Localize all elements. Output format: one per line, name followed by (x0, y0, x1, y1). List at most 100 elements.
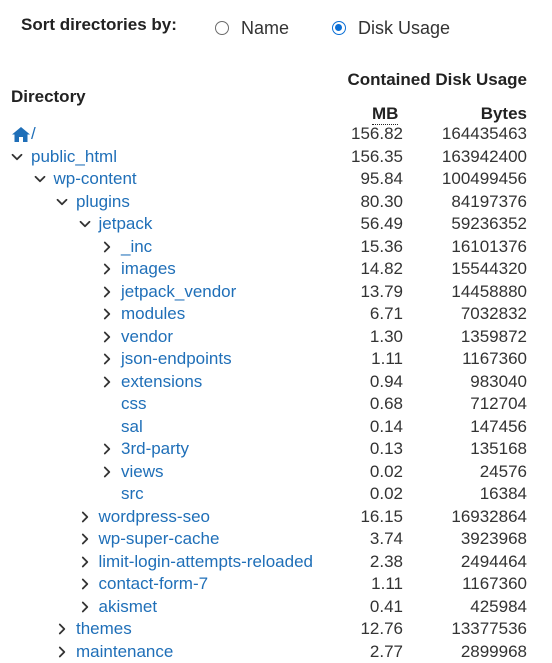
directory-row: json-endpoints 1.11 1167360 (0, 348, 552, 371)
directory-link[interactable]: public_html (31, 146, 117, 169)
sort-by-disk-usage-option[interactable]: Disk Usage (332, 17, 450, 39)
chevron-down-icon[interactable] (56, 191, 68, 214)
chevron-right-icon[interactable] (79, 551, 91, 574)
chevron-down-icon[interactable] (34, 168, 46, 191)
bytes-value: 163942400 (442, 146, 527, 169)
sort-by-name-radio[interactable] (215, 21, 229, 35)
chevron-right-icon[interactable] (101, 236, 113, 259)
directory-row: plugins 80.30 84197376 (0, 191, 552, 214)
chevron-right-icon[interactable] (79, 573, 91, 596)
directory-row: images14.8215544320 (0, 258, 552, 281)
directory-row: sal 0.14 147456 (0, 416, 552, 439)
directory-link[interactable]: sal (121, 416, 143, 439)
bytes-value: 983040 (470, 371, 527, 394)
chevron-right-icon[interactable] (101, 326, 113, 349)
directory-link[interactable]: maintenance (76, 641, 173, 663)
directory-row: akismet0.41425984 (0, 596, 552, 619)
directory-row: maintenance2.772899968 (0, 641, 552, 663)
chevron-right-icon[interactable] (101, 438, 113, 461)
directory-link[interactable]: themes (76, 618, 132, 641)
directory-link[interactable]: extensions (121, 371, 202, 394)
directory-link[interactable]: akismet (99, 596, 158, 619)
mb-value: 1.11 (371, 573, 403, 596)
mb-value: 56.49 (360, 213, 403, 236)
directory-row: _inc15.3616101376 (0, 236, 552, 259)
bytes-value: 59236352 (451, 213, 527, 236)
directory-link[interactable]: views (121, 461, 164, 484)
directory-link[interactable]: src (121, 483, 144, 506)
bytes-value: 147456 (470, 416, 527, 439)
directory-link[interactable]: css (121, 393, 147, 416)
bytes-value: 135168 (470, 438, 527, 461)
directory-link[interactable]: wp-content (54, 168, 137, 191)
directory-row: 3rd-party 0.13 135168 (0, 438, 552, 461)
bytes-value: 13377536 (451, 618, 527, 641)
directory-link[interactable]: jetpack_vendor (121, 281, 236, 304)
bytes-value: 1167360 (462, 573, 527, 596)
chevron-right-icon[interactable] (79, 528, 91, 551)
chevron-right-icon[interactable] (101, 371, 113, 394)
directory-row: jetpack_vendor 13.79 14458880 (0, 281, 552, 304)
bytes-value: 2899968 (461, 641, 527, 663)
sort-by-disk-usage-radio[interactable] (332, 21, 346, 35)
mb-value: 0.14 (370, 416, 403, 439)
directory-link[interactable]: limit-login-attempts-reloaded (99, 551, 313, 574)
directory-link[interactable]: vendor (121, 326, 173, 349)
mb-value: 15.36 (360, 236, 403, 259)
directory-link[interactable]: 3rd-party (121, 438, 189, 461)
directory-row: contact-form-7 1.11 1167360 (0, 573, 552, 596)
directory-link[interactable]: json-endpoints (121, 348, 232, 371)
directory-link[interactable]: _inc (121, 236, 152, 259)
chevron-right-icon[interactable] (101, 348, 113, 371)
mb-value: 1.11 (371, 348, 403, 371)
chevron-right-icon[interactable] (56, 618, 68, 641)
bytes-value: 84197376 (451, 191, 527, 214)
sort-label: Sort directories by: (21, 15, 177, 35)
mb-value: 0.13 (370, 438, 403, 461)
mb-value: 156.82 (351, 123, 403, 146)
directory-row: vendor1.301359872 (0, 326, 552, 349)
chevron-down-icon[interactable] (11, 146, 23, 169)
directory-link[interactable]: modules (121, 303, 185, 326)
directory-row: jetpack 56.49 59236352 (0, 213, 552, 236)
mb-value: 80.30 (360, 191, 403, 214)
bytes-value: 1359872 (461, 326, 527, 349)
directory-row: modules6.717032832 (0, 303, 552, 326)
chevron-down-icon[interactable] (79, 213, 91, 236)
mb-value: 16.15 (360, 506, 403, 529)
mb-header: MB (372, 104, 398, 125)
directory-link[interactable]: wordpress-seo (99, 506, 211, 529)
mb-value: 12.76 (360, 618, 403, 641)
directory-link[interactable]: images (121, 258, 176, 281)
directory-header: Directory (11, 87, 86, 107)
chevron-right-icon[interactable] (79, 506, 91, 529)
chevron-right-icon[interactable] (101, 461, 113, 484)
chevron-right-icon[interactable] (101, 281, 113, 304)
directory-link[interactable]: / (31, 123, 36, 146)
mb-value: 0.68 (370, 393, 403, 416)
chevron-right-icon[interactable] (101, 303, 113, 326)
directory-row: extensions0.94983040 (0, 371, 552, 394)
chevron-right-icon[interactable] (101, 258, 113, 281)
directory-row: wp-super-cache3.743923968 (0, 528, 552, 551)
bytes-value: 1167360 (462, 348, 527, 371)
directory-row: wordpress-seo16.1516932864 (0, 506, 552, 529)
directory-link[interactable]: plugins (76, 191, 130, 214)
bytes-value: 14458880 (451, 281, 527, 304)
bytes-value: 16384 (480, 483, 527, 506)
directory-link[interactable]: jetpack (99, 213, 153, 236)
directory-link[interactable]: wp-super-cache (99, 528, 220, 551)
directory-row: wp-content95.84100499456 (0, 168, 552, 191)
mb-value: 3.74 (370, 528, 403, 551)
chevron-right-icon[interactable] (79, 596, 91, 619)
directory-tree: /156.82164435463public_html156.351639424… (0, 123, 552, 663)
sort-by-disk-usage-label[interactable]: Disk Usage (358, 18, 450, 39)
sort-by-name-option[interactable]: Name (215, 17, 289, 39)
directory-row: src0.0216384 (0, 483, 552, 506)
mb-value: 13.79 (360, 281, 403, 304)
sort-by-name-label[interactable]: Name (241, 18, 289, 39)
directory-link[interactable]: contact-form-7 (99, 573, 209, 596)
directory-row: views0.0224576 (0, 461, 552, 484)
bytes-value: 15544320 (451, 258, 527, 281)
chevron-right-icon[interactable] (56, 641, 68, 663)
